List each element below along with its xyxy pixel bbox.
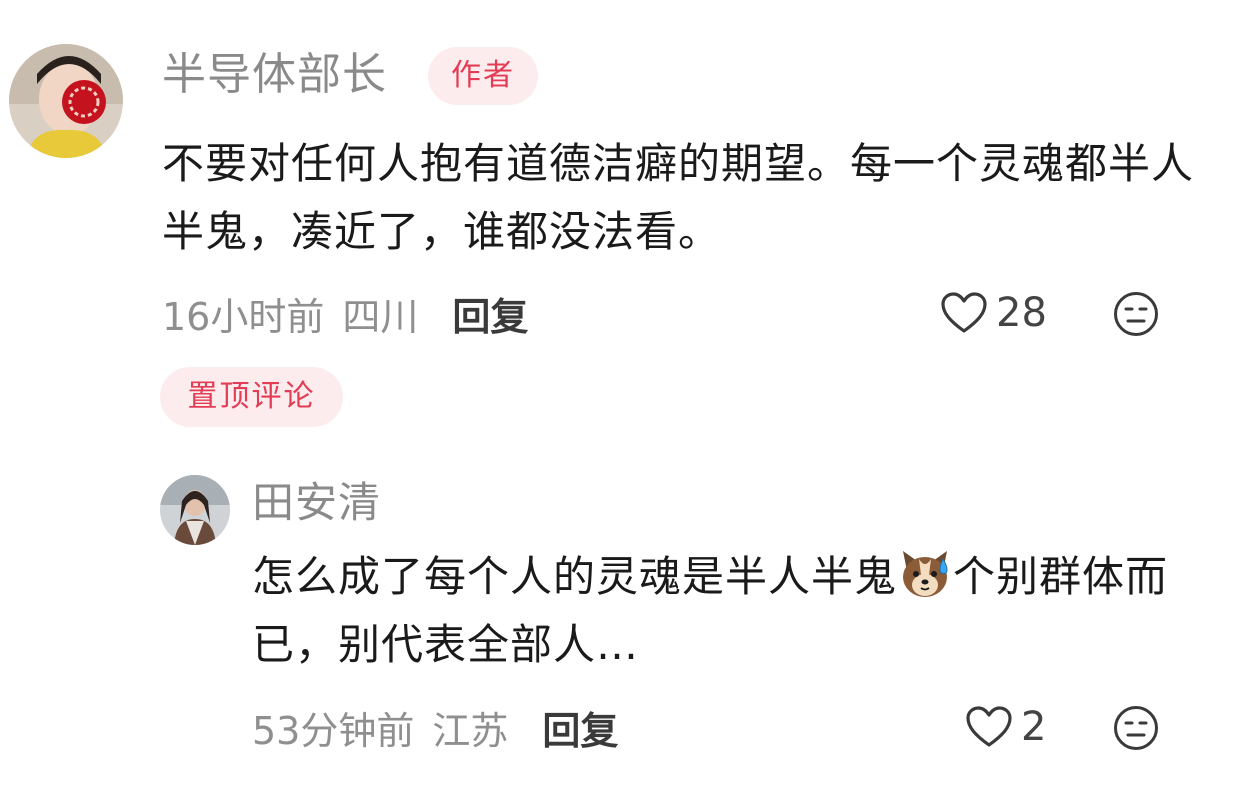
avatar[interactable] [9, 44, 123, 158]
comment-location: 江苏 [432, 708, 509, 753]
comment-time: 16小时前 [162, 294, 325, 339]
comment-item: 半导体部长 作者 不要对任何人抱有道德洁癖的期望。每一个灵魂都半人半鬼，凑近了，… [0, 0, 1250, 460]
author-badge: 作者 [428, 47, 538, 105]
comment-time: 53分钟前 [252, 708, 415, 753]
neutral-face-icon[interactable] [1113, 291, 1159, 337]
like-count: 2 [1021, 704, 1047, 750]
comment-text-part: 怎么成了每个人的灵魂是半人半鬼 [252, 552, 898, 601]
heart-outline-icon [966, 706, 1012, 747]
reply-button[interactable]: 回复 [452, 286, 528, 341]
username[interactable]: 田安清 [252, 474, 381, 532]
like-button[interactable]: 28 [940, 288, 1047, 338]
dog-sweat-emoji-icon [897, 545, 953, 601]
heart-outline-icon [941, 292, 987, 333]
like-count: 28 [996, 290, 1047, 336]
comment-meta: 16小时前 四川 回复 [162, 286, 528, 341]
comment-meta: 53分钟前 江苏 回复 [252, 700, 618, 755]
username[interactable]: 半导体部长 [162, 44, 387, 106]
avatar[interactable] [160, 475, 230, 545]
comment-item: 田安清 怎么成了每个人的灵魂是半人半鬼 个别群体而已，别代表全部人… 53分钟前… [0, 460, 1250, 806]
comment-text: 怎么成了每个人的灵魂是半人半鬼 个别群体而已，别代表全部人… [252, 543, 1192, 679]
comment-text: 不要对任何人抱有道德洁癖的期望。每一个灵魂都半人半鬼，凑近了，谁都没法看。 [162, 139, 1195, 256]
comment-location: 四川 [342, 294, 419, 339]
neutral-face-icon[interactable] [1113, 705, 1159, 751]
like-button[interactable]: 2 [965, 702, 1046, 752]
reply-button[interactable]: 回复 [542, 700, 618, 755]
pinned-comment-tag: 置顶评论 [160, 367, 343, 427]
